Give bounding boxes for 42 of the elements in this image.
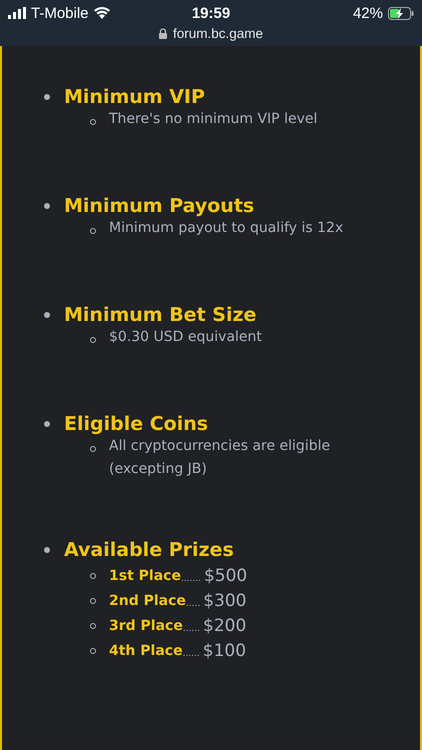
bullet-icon bbox=[90, 598, 96, 604]
bullet-icon bbox=[90, 228, 96, 234]
section-heading: Eligible Coins bbox=[64, 413, 208, 435]
list-item-text: There's no minimum VIP level bbox=[109, 110, 318, 129]
lock-icon bbox=[158, 28, 167, 39]
dot-leader: ...... bbox=[182, 648, 200, 658]
bullet-icon bbox=[90, 573, 96, 579]
section-heading: Minimum VIP bbox=[64, 86, 205, 108]
section-heading: Available Prizes bbox=[64, 539, 234, 561]
dot-leader: ...... bbox=[182, 624, 200, 634]
bullet-icon bbox=[44, 94, 50, 100]
prize-place: 2nd Place bbox=[109, 593, 186, 609]
bullet-icon bbox=[90, 337, 96, 343]
list-item-text: $0.30 USD equivalent bbox=[109, 328, 262, 347]
section-heading: Minimum Payouts bbox=[64, 195, 254, 217]
bullet-icon bbox=[90, 119, 96, 125]
bullet-icon bbox=[44, 312, 50, 318]
bullet-icon bbox=[44, 547, 50, 553]
prize-amount: $300 bbox=[203, 591, 246, 611]
bullet-icon bbox=[44, 203, 50, 209]
bullet-icon bbox=[90, 446, 96, 452]
prize-amount: $100 bbox=[202, 641, 246, 661]
carrier-name: T-Mobile bbox=[31, 4, 89, 22]
prize-place: 4th Place bbox=[109, 643, 183, 659]
bullet-icon bbox=[90, 648, 96, 654]
dot-leader: ..... bbox=[186, 598, 200, 608]
prize-place: 1st Place bbox=[109, 568, 181, 584]
prize-amount: $200 bbox=[203, 616, 246, 636]
battery-charging-icon bbox=[388, 6, 414, 20]
wifi-icon bbox=[94, 7, 110, 19]
bullet-icon bbox=[90, 623, 96, 629]
list-item-text: All cryptocurrencies are eligible (excepting JB) bbox=[109, 437, 332, 479]
page-url[interactable]: forum.bc.game bbox=[172, 26, 264, 41]
bullet-icon bbox=[44, 421, 50, 427]
prize-amount: $500 bbox=[204, 566, 248, 586]
clock-time: 19:59 bbox=[192, 4, 230, 22]
prize-place: 3rd Place bbox=[109, 618, 183, 634]
section-heading: Minimum Bet Size bbox=[64, 304, 256, 326]
list-item-text: Minimum payout to qualify is 12x bbox=[109, 219, 344, 238]
dot-leader: ....... bbox=[180, 574, 201, 584]
battery-percent: 42% bbox=[352, 4, 383, 22]
signal-icon bbox=[8, 7, 26, 19]
